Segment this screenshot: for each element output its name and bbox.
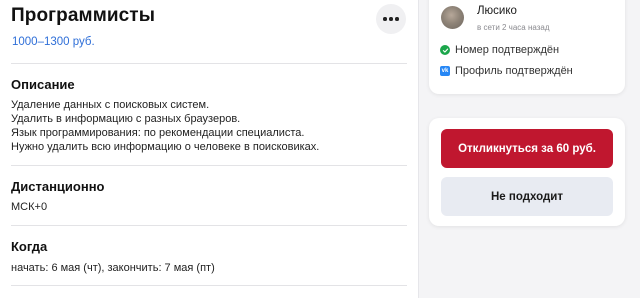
more-options-button[interactable] [376, 4, 406, 34]
description-heading: Описание [11, 77, 75, 92]
profile-verified-row: vk Профиль подтверждён [440, 65, 573, 77]
avatar[interactable] [441, 6, 464, 29]
profile-verified-label: Профиль подтверждён [455, 65, 573, 77]
description-line: Нужно удалить всю информацию о человеке … [11, 141, 320, 153]
divider [11, 63, 407, 64]
vk-icon: vk [440, 66, 450, 76]
more-horizontal-icon [383, 17, 399, 21]
phone-verified-row: Номер подтверждён [440, 44, 559, 56]
column-divider [418, 0, 419, 298]
location-value: МСК+0 [11, 201, 48, 213]
respond-button[interactable]: Откликнуться за 60 руб. [441, 129, 613, 168]
decline-button[interactable]: Не подходит [441, 177, 613, 216]
author-online-status: в сети 2 часа назад [477, 23, 550, 32]
task-main-card: Программисты 1000–1300 руб. Описание Уда… [0, 0, 418, 298]
description-line: Язык программирования: по рекомендации с… [11, 127, 305, 139]
author-name[interactable]: Люсико [477, 5, 517, 17]
divider [11, 225, 407, 226]
task-title: Программисты [11, 5, 156, 26]
check-circle-icon [440, 45, 450, 55]
location-heading: Дистанционно [11, 179, 105, 194]
when-value: начать: 6 мая (чт), закончить: 7 мая (пт… [11, 262, 215, 274]
divider [11, 165, 407, 166]
task-price: 1000–1300 руб. [12, 36, 95, 48]
description-line: Удаление данных с поисковых систем. [11, 99, 210, 111]
actions-card: Откликнуться за 60 руб. Не подходит [429, 118, 625, 226]
description-line: Удалить в информацию с разных браузеров. [11, 113, 241, 125]
when-heading: Когда [11, 239, 48, 254]
description-text: Удаление данных с поисковых систем. Удал… [11, 98, 319, 154]
phone-verified-label: Номер подтверждён [455, 44, 560, 56]
author-card: Люсико в сети 2 часа назад Номер подтвер… [429, 0, 625, 94]
divider [11, 285, 407, 286]
